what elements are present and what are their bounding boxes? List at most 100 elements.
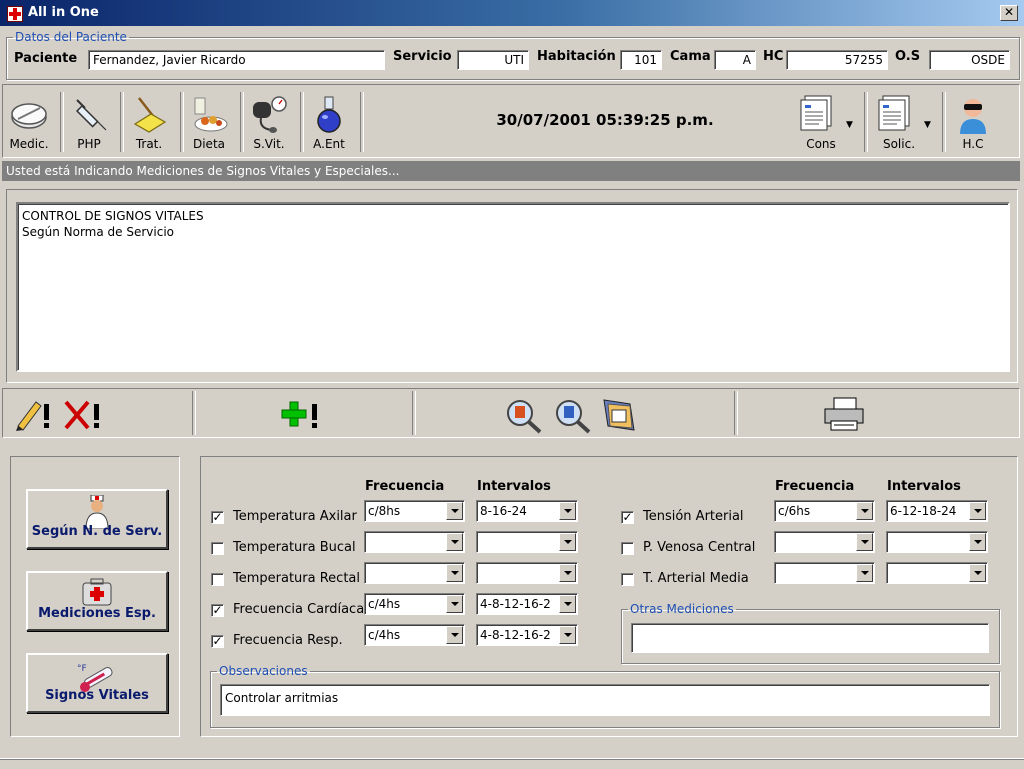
measurement-checkbox[interactable]: ✓ (621, 511, 634, 524)
measurement-checkbox[interactable] (621, 542, 634, 555)
chevron-down-icon[interactable] (446, 595, 463, 613)
toolbar-medic-button[interactable]: Medic. (0, 92, 58, 156)
frecuencia-select[interactable]: c/4hs (364, 624, 465, 646)
chevron-down-icon[interactable] (446, 533, 463, 551)
toolbar-php-label: PHP (77, 137, 101, 151)
intervalos-select[interactable] (476, 531, 578, 553)
toolbar-hc-label: H.C (962, 137, 984, 151)
pill-icon (11, 103, 47, 129)
intervalos-select[interactable]: 4-8-12-16-2 (476, 593, 578, 615)
servicio-field[interactable]: UTI (457, 50, 529, 70)
folder-icon[interactable] (600, 394, 642, 434)
hc-label: HC (763, 49, 784, 64)
habitacion-field[interactable]: 101 (620, 50, 662, 70)
edit-pencil-icon[interactable] (14, 396, 56, 432)
os-field[interactable]: OSDE (929, 50, 1010, 70)
toolbar-svit-button[interactable]: S.Vit. (240, 92, 298, 156)
otras-mediciones-field[interactable] (631, 623, 989, 653)
measurement-label: Temperatura Bucal (233, 540, 356, 555)
observaciones-field[interactable]: Controlar arritmias (220, 684, 990, 716)
frecuencia-select[interactable]: c/4hs (364, 593, 465, 615)
memo-line: CONTROL DE SIGNOS VITALES (22, 209, 204, 223)
intervalos-select[interactable]: 8-16-24 (476, 500, 578, 522)
add-plus-icon[interactable] (280, 396, 326, 432)
chevron-down-icon[interactable] (446, 626, 463, 644)
toolbar-trat-label: Trat. (135, 137, 163, 151)
measurement-checkbox[interactable] (211, 542, 224, 555)
measurement-label: Temperatura Rectal (233, 571, 361, 586)
chevron-down-icon[interactable] (559, 502, 576, 520)
frecuencia-select[interactable] (364, 531, 465, 553)
intervalos-select[interactable]: 6-12-18-24 (886, 500, 988, 522)
intervalos-select[interactable] (886, 531, 988, 553)
intervalos-header: Intervalos (887, 479, 961, 494)
frecuencia-select[interactable] (364, 562, 465, 584)
cama-field[interactable]: A (714, 50, 756, 70)
chevron-down-icon[interactable] (559, 626, 576, 644)
frecuencia-select[interactable] (774, 562, 875, 584)
segun-norma-button[interactable]: Según N. de Serv. (26, 489, 168, 549)
indications-memo[interactable]: CONTROL DE SIGNOS VITALES Según Norma de… (16, 202, 1010, 372)
paciente-field[interactable]: Fernandez, Javier Ricardo (88, 50, 385, 70)
segun-norma-label: Según N. de Serv. (31, 524, 163, 539)
intervalos-select[interactable]: 4-8-12-16-2 (476, 624, 578, 646)
toolbar-solic-label: Solic. (882, 137, 916, 151)
action-divider (192, 391, 196, 435)
intervalos-value: 8-16-24 (480, 504, 527, 518)
chevron-down-icon[interactable] (969, 502, 986, 520)
frecuencia-select[interactable] (774, 531, 875, 553)
chevron-down-icon[interactable] (446, 564, 463, 582)
app-icon (7, 6, 23, 22)
toolbar-trat-button[interactable]: Trat. (120, 92, 178, 156)
chevron-down-icon[interactable] (969, 564, 986, 582)
chevron-down-icon[interactable] (856, 502, 873, 520)
documents-icon (800, 95, 832, 131)
habitacion-label: Habitación (537, 49, 616, 64)
measurement-label: Temperatura Axilar (233, 509, 357, 524)
measurement-label: T. Arterial Media (643, 571, 749, 586)
doctor-icon (960, 99, 986, 134)
measurement-checkbox[interactable] (211, 573, 224, 586)
chevron-down-icon[interactable] (856, 533, 873, 551)
measurement-checkbox[interactable]: ✓ (211, 604, 224, 617)
search-magnifier-icon[interactable] (503, 396, 545, 434)
os-label: O.S (895, 49, 921, 64)
printer-icon[interactable] (822, 396, 866, 432)
toolbar-dieta-button[interactable]: Dieta (180, 92, 238, 156)
food-icon (194, 97, 228, 132)
toolbar-solic-button[interactable]: ▼ Solic. (864, 92, 934, 156)
chevron-down-icon[interactable] (559, 533, 576, 551)
cons-dropdown-arrow-icon[interactable]: ▼ (846, 120, 853, 130)
hc-field[interactable]: 57255 (786, 50, 888, 70)
close-button[interactable]: ✕ (1000, 5, 1018, 21)
intervalos-value: 4-8-12-16-2 (480, 628, 551, 642)
measurement-checkbox[interactable]: ✓ (211, 635, 224, 648)
chevron-down-icon[interactable] (856, 564, 873, 582)
toolbar-hc-button[interactable]: H.C (944, 92, 1002, 156)
action-divider (734, 391, 738, 435)
measurement-checkbox[interactable] (621, 573, 634, 586)
measurement-label: Frecuencia Resp. (233, 633, 343, 648)
signos-vitales-button[interactable]: °F Signos Vitales (26, 653, 168, 713)
cama-label: Cama (670, 49, 711, 64)
search-magnifier-icon[interactable] (552, 396, 594, 434)
window-title: All in One (28, 5, 99, 20)
intervalos-header: Intervalos (477, 479, 551, 494)
delete-x-icon[interactable] (62, 396, 104, 432)
datetime-display: 30/07/2001 05:39:25 p.m. (496, 111, 714, 129)
syringe-icon (75, 99, 107, 131)
solic-dropdown-arrow-icon[interactable]: ▼ (924, 120, 931, 130)
frecuencia-select[interactable]: c/6hs (774, 500, 875, 522)
chevron-down-icon[interactable] (559, 595, 576, 613)
chevron-down-icon[interactable] (559, 564, 576, 582)
chevron-down-icon[interactable] (446, 502, 463, 520)
toolbar-cons-button[interactable]: ▼ Cons (786, 92, 856, 156)
toolbar-aent-button[interactable]: A.Ent (300, 92, 358, 156)
chevron-down-icon[interactable] (969, 533, 986, 551)
mediciones-esp-button[interactable]: Mediciones Esp. (26, 571, 168, 631)
measurement-checkbox[interactable]: ✓ (211, 511, 224, 524)
intervalos-select[interactable] (886, 562, 988, 584)
intervalos-select[interactable] (476, 562, 578, 584)
toolbar-php-button[interactable]: PHP (60, 92, 118, 156)
frecuencia-select[interactable]: c/8hs (364, 500, 465, 522)
